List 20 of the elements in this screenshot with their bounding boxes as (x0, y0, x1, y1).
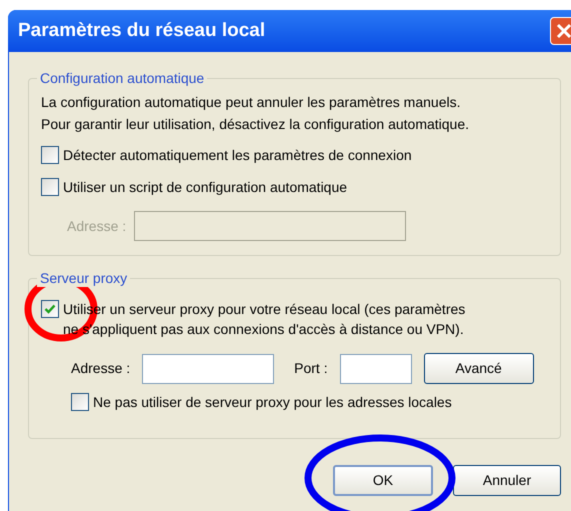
checkbox[interactable] (41, 300, 59, 318)
address-field[interactable] (142, 354, 274, 384)
checkbox-label: Utiliser un script de configuration automatique (63, 178, 348, 197)
checkbox-label: Détecter automatiquement les paramètres de connexion (63, 146, 412, 165)
dialog-button[interactable]: OK (333, 465, 433, 496)
close-button[interactable] (550, 17, 571, 45)
advanced-button[interactable]: Avancé (424, 353, 534, 384)
close-icon (556, 23, 571, 39)
dialog-button[interactable]: Annuler (453, 465, 561, 496)
checkbox[interactable] (41, 178, 59, 196)
checkbox-label: Ne pas utiliser de serveur proxy pour les adresses locales (93, 393, 452, 412)
address-label: Adresse : (71, 359, 130, 378)
port-label: Port : (294, 359, 328, 378)
checkmark-icon (44, 303, 56, 315)
checkbox[interactable] (71, 393, 89, 411)
address-label: Adresse : (67, 216, 126, 236)
description-text: La configuration automatique peut annuler les paramètres manuels. Pour garantir leur utilisation, désactivez la configuration automatique. (41, 93, 470, 134)
port-field[interactable] (340, 354, 412, 384)
checkbox[interactable] (41, 146, 59, 164)
window-title: Paramètres du réseau local (18, 18, 266, 43)
